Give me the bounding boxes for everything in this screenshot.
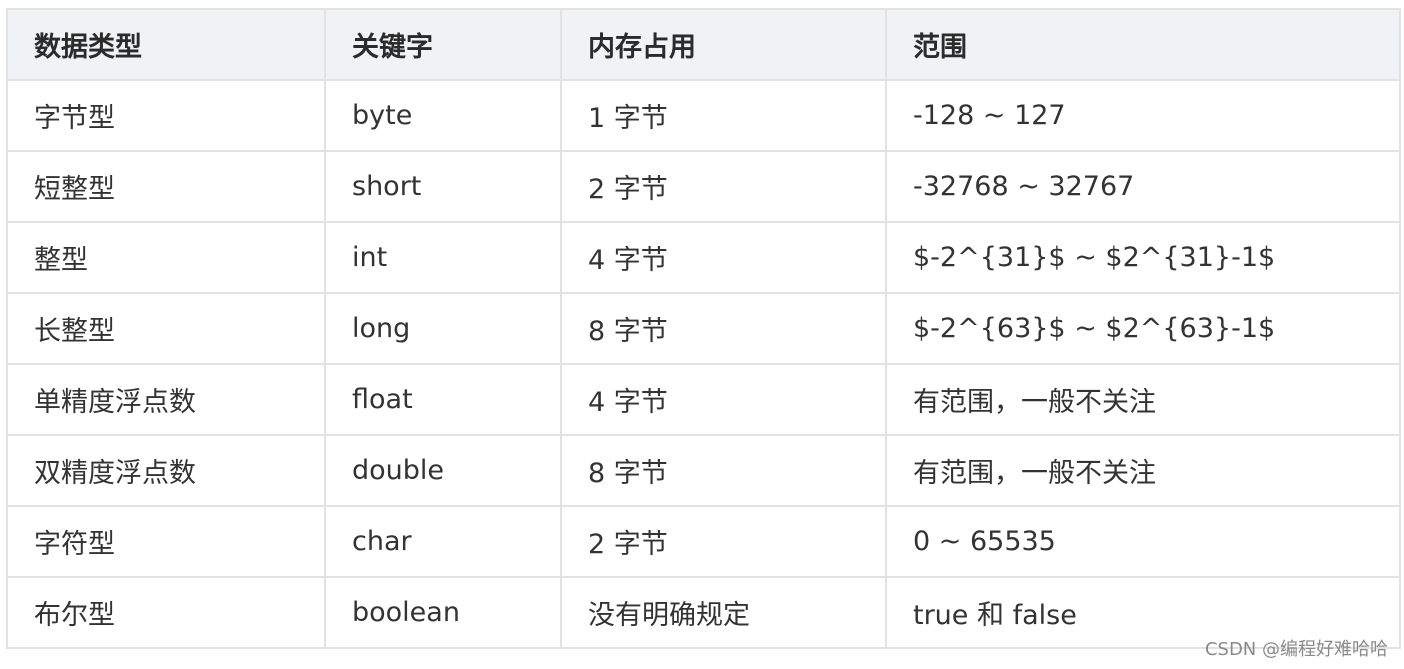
table-row: 布尔型 boolean 没有明确规定 true 和 false <box>6 576 1401 649</box>
header-range: 范围 <box>885 8 1401 81</box>
cell-data-type: 整型 <box>6 221 326 294</box>
cell-keyword: int <box>324 221 562 294</box>
data-types-table: 数据类型 关键字 内存占用 范围 字节型 byte 1 字节 -128 ~ 12… <box>6 8 1401 649</box>
table-row: 短整型 short 2 字节 -32768 ~ 32767 <box>6 150 1401 223</box>
csdn-watermark: CSDN @编程好难哈哈 <box>1204 639 1388 660</box>
data-types-table-container: 数据类型 关键字 内存占用 范围 字节型 byte 1 字节 -128 ~ 12… <box>6 8 1401 649</box>
cell-data-type: 单精度浮点数 <box>6 363 326 436</box>
cell-keyword: char <box>324 505 562 578</box>
cell-memory: 4 字节 <box>560 221 887 294</box>
cell-data-type: 布尔型 <box>6 576 326 649</box>
table-row: 字符型 char 2 字节 0 ~ 65535 <box>6 505 1401 578</box>
table-row: 双精度浮点数 double 8 字节 有范围，一般不关注 <box>6 434 1401 507</box>
cell-keyword: byte <box>324 79 562 152</box>
table-row: 长整型 long 8 字节 $-2^{63}$ ~ $2^{63}-1$ <box>6 292 1401 365</box>
cell-memory: 8 字节 <box>560 434 887 507</box>
cell-memory: 1 字节 <box>560 79 887 152</box>
cell-data-type: 字符型 <box>6 505 326 578</box>
cell-range: 0 ~ 65535 <box>885 505 1401 578</box>
cell-keyword: boolean <box>324 576 562 649</box>
table-row: 字节型 byte 1 字节 -128 ~ 127 <box>6 79 1401 152</box>
cell-keyword: short <box>324 150 562 223</box>
table-row: 单精度浮点数 float 4 字节 有范围，一般不关注 <box>6 363 1401 436</box>
cell-data-type: 字节型 <box>6 79 326 152</box>
cell-memory: 2 字节 <box>560 150 887 223</box>
cell-memory: 没有明确规定 <box>560 576 887 649</box>
table-row: 整型 int 4 字节 $-2^{31}$ ~ $2^{31}-1$ <box>6 221 1401 294</box>
table-header-row: 数据类型 关键字 内存占用 范围 <box>6 8 1401 81</box>
header-data-type: 数据类型 <box>6 8 326 81</box>
cell-keyword: long <box>324 292 562 365</box>
cell-data-type: 长整型 <box>6 292 326 365</box>
cell-data-type: 双精度浮点数 <box>6 434 326 507</box>
header-keyword: 关键字 <box>324 8 562 81</box>
cell-range: -128 ~ 127 <box>885 79 1401 152</box>
cell-range: 有范围，一般不关注 <box>885 434 1401 507</box>
cell-memory: 8 字节 <box>560 292 887 365</box>
cell-keyword: float <box>324 363 562 436</box>
cell-range: $-2^{31}$ ~ $2^{31}-1$ <box>885 221 1401 294</box>
cell-range: $-2^{63}$ ~ $2^{63}-1$ <box>885 292 1401 365</box>
cell-range: 有范围，一般不关注 <box>885 363 1401 436</box>
cell-data-type: 短整型 <box>6 150 326 223</box>
cell-memory: 2 字节 <box>560 505 887 578</box>
header-memory: 内存占用 <box>560 8 887 81</box>
cell-keyword: double <box>324 434 562 507</box>
cell-memory: 4 字节 <box>560 363 887 436</box>
cell-range: -32768 ~ 32767 <box>885 150 1401 223</box>
